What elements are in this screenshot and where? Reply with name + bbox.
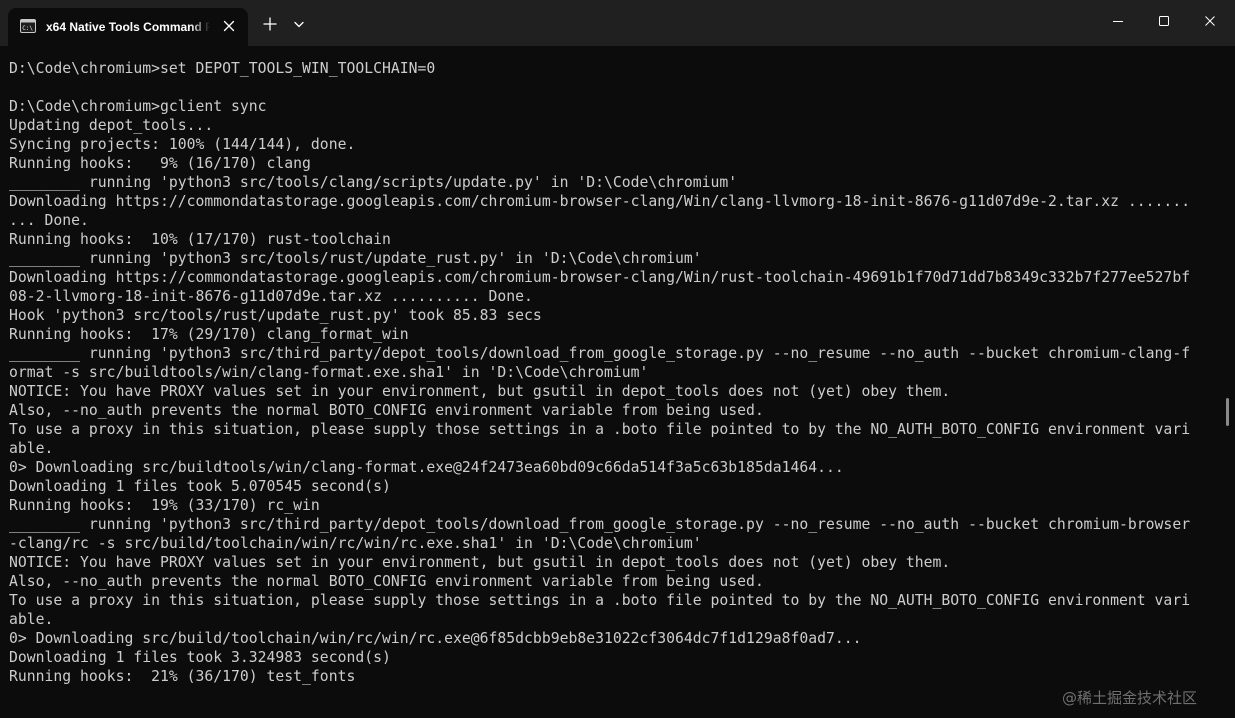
terminal-line: Running hooks: 21% (36/170) test_fonts xyxy=(9,668,356,685)
watermark: @稀土掘金技术社区 xyxy=(1062,689,1198,707)
tab-title: x64 Native Tools Command Prompt for VS 2… xyxy=(46,20,210,34)
title-bar[interactable]: C:\ x64 Native Tools Command Prompt for … xyxy=(0,0,1235,46)
terminal-output[interactable]: D:\Code\chromium>set DEPOT_TOOLS_WIN_TOO… xyxy=(9,59,1214,709)
terminal-line: able. xyxy=(9,611,54,628)
maximize-icon[interactable] xyxy=(1146,7,1182,35)
terminal-window: C:\ x64 Native Tools Command Prompt for … xyxy=(0,0,1235,718)
plus-icon[interactable] xyxy=(258,12,282,36)
terminal-line: 0> Downloading src/buildtools/win/clang-… xyxy=(9,459,844,476)
terminal-line: ormat -s src/buildtools/win/clang-format… xyxy=(9,364,649,381)
terminal-line: Also, --no_auth prevents the normal BOTO… xyxy=(9,402,764,419)
chevron-down-icon[interactable] xyxy=(287,12,311,36)
terminal-line: ________ running 'python3 src/third_part… xyxy=(9,345,1191,362)
close-icon[interactable] xyxy=(220,17,238,35)
terminal-line: Updating depot_tools... xyxy=(9,117,214,134)
tab-command-prompt[interactable]: C:\ x64 Native Tools Command Prompt for … xyxy=(8,8,248,46)
terminal-line: NOTICE: You have PROXY values set in you… xyxy=(9,383,951,400)
svg-text:C:\: C:\ xyxy=(22,25,33,32)
terminal-line: Running hooks: 10% (17/170) rust-toolcha… xyxy=(9,231,391,248)
terminal-line: ________ running 'python3 src/third_part… xyxy=(9,516,1191,533)
terminal-line: To use a proxy in this situation, please… xyxy=(9,421,1191,438)
terminal-line: Running hooks: 9% (16/170) clang xyxy=(9,155,311,172)
terminal-icon: C:\ xyxy=(20,19,36,33)
scrollbar-thumb[interactable] xyxy=(1226,398,1229,426)
terminal-line: Hook 'python3 src/tools/rust/update_rust… xyxy=(9,307,542,324)
close-icon[interactable] xyxy=(1192,7,1228,35)
terminal-line: To use a proxy in this situation, please… xyxy=(9,592,1191,609)
terminal-line: Downloading 1 files took 5.070545 second… xyxy=(9,478,391,495)
terminal-line: Syncing projects: 100% (144/144), done. xyxy=(9,136,356,153)
terminal-line: Downloading https://commondatastorage.go… xyxy=(9,269,1191,286)
terminal-line: Running hooks: 19% (33/170) rc_win xyxy=(9,497,320,514)
terminal-line: D:\Code\chromium>set DEPOT_TOOLS_WIN_TOO… xyxy=(9,60,436,77)
terminal-line: Downloading https://commondatastorage.go… xyxy=(9,193,1191,210)
terminal-line: NOTICE: You have PROXY values set in you… xyxy=(9,554,951,571)
terminal-line: 0> Downloading src/build/toolchain/win/r… xyxy=(9,630,862,647)
terminal-line: Also, --no_auth prevents the normal BOTO… xyxy=(9,573,764,590)
terminal-line: ________ running 'python3 src/tools/rust… xyxy=(9,250,702,267)
terminal-line: Running hooks: 17% (29/170) clang_format… xyxy=(9,326,409,343)
terminal-line: Downloading 1 files took 3.324983 second… xyxy=(9,649,391,666)
terminal-line: ... Done. xyxy=(9,212,89,229)
terminal-line: 08-2-llvmorg-18-init-8676-g11d07d9e.tar.… xyxy=(9,288,533,305)
terminal-line: ________ running 'python3 src/tools/clan… xyxy=(9,174,738,191)
minimize-icon[interactable] xyxy=(1100,7,1136,35)
terminal-line: -clang/rc -s src/build/toolchain/win/rc/… xyxy=(9,535,702,552)
terminal-line: D:\Code\chromium>gclient sync xyxy=(9,98,267,115)
terminal-line: able. xyxy=(9,440,54,457)
